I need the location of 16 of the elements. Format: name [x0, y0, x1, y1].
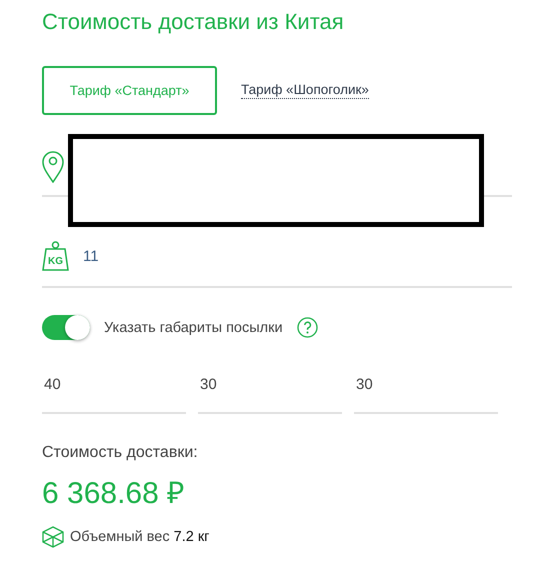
cube-icon — [42, 526, 64, 548]
help-icon[interactable] — [296, 317, 318, 338]
tariff-tab[interactable]: Тариф «Шопоголик» — [241, 82, 369, 99]
location-pin-icon — [42, 151, 64, 183]
dimensions-switch[interactable] — [42, 315, 90, 340]
switch-label: Указать габариты посылки — [104, 320, 283, 336]
weight-icon — [42, 241, 69, 271]
dimension-field[interactable]: 30 — [354, 366, 498, 414]
page-title: Стоимость доставки из Китая — [42, 8, 345, 36]
delivery-price: 6 368.68 ₽ — [42, 476, 186, 512]
dimension-field[interactable]: 30 — [198, 366, 342, 414]
dimension-field[interactable]: 40 — [42, 366, 186, 414]
kg-label: KG — [48, 256, 63, 267]
cost-label: Стоимость доставки: — [42, 444, 199, 462]
weight-value[interactable]: 11 — [83, 248, 99, 265]
volumetric-weight: Объемный вес 7.2 кг — [70, 529, 210, 545]
